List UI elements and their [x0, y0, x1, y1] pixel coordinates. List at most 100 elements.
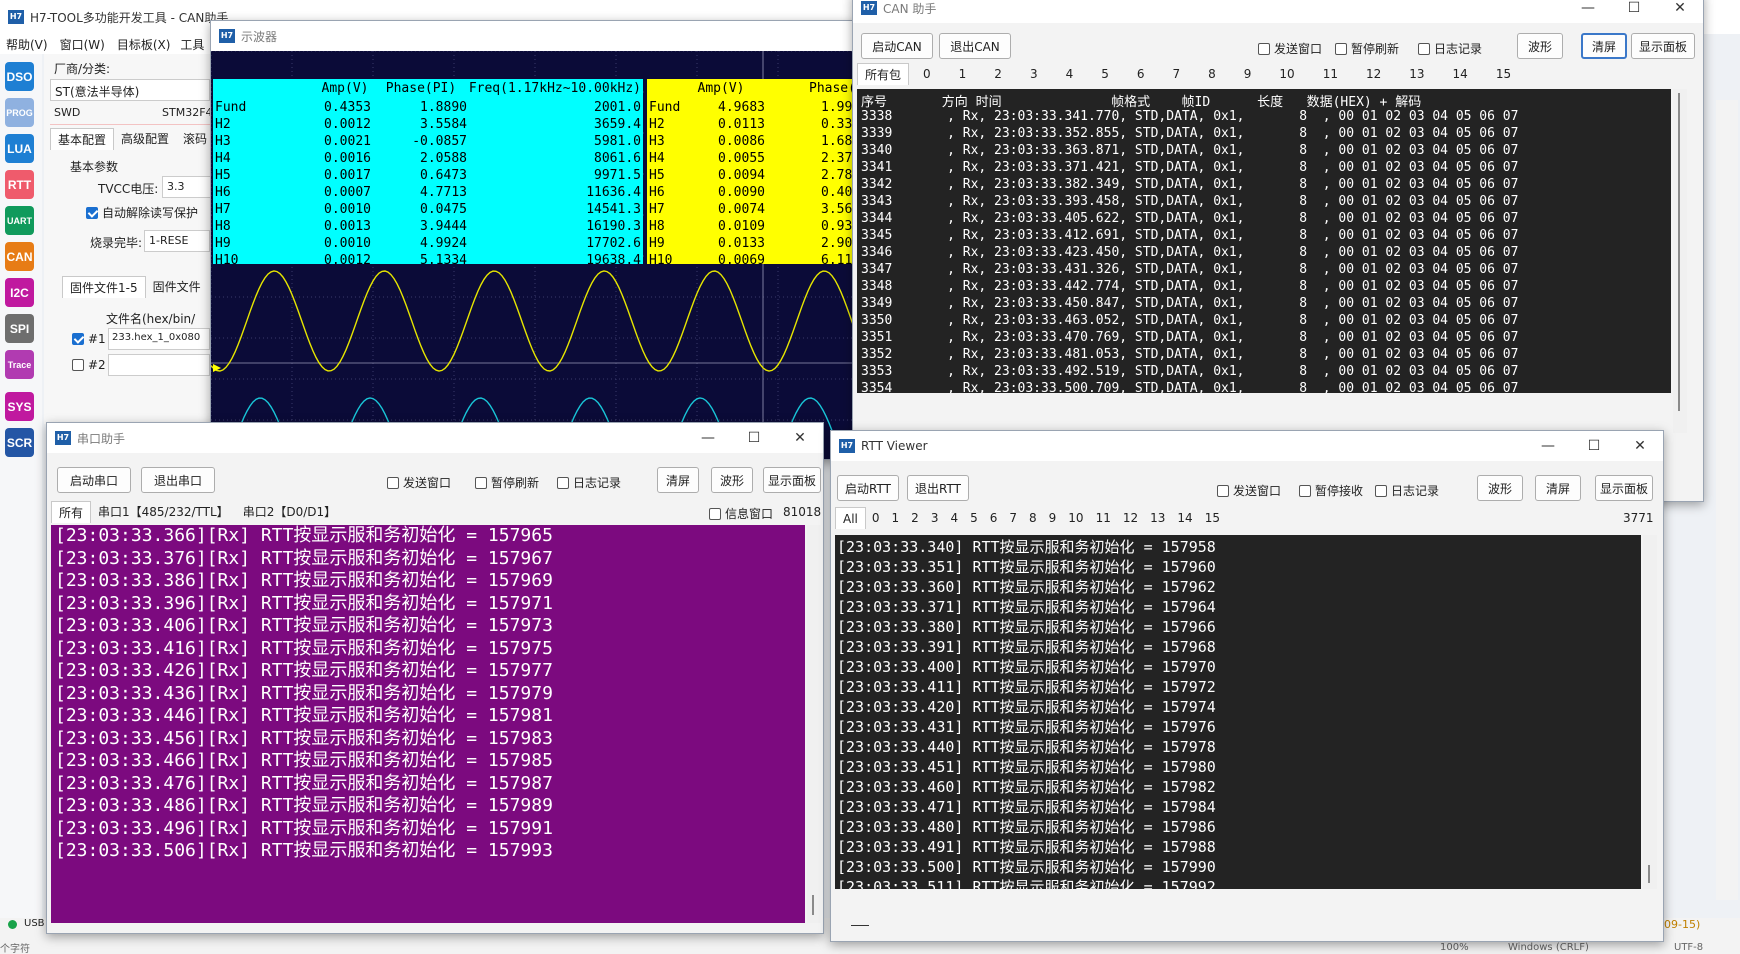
exit-can-button[interactable]: 退出CAN: [939, 33, 1011, 59]
sidebar-button-dso[interactable]: DSO: [5, 62, 34, 91]
rtt-scrollbar[interactable]: [1643, 535, 1657, 889]
sidebar-button-lua[interactable]: LUA: [5, 134, 34, 163]
tab-rtt-channel-1[interactable]: 0: [866, 507, 886, 529]
tvcc-input[interactable]: 3.3: [162, 176, 212, 198]
tab-rtt-channel-0[interactable]: All: [835, 507, 866, 529]
uart-log-checkbox[interactable]: 日志记录: [557, 474, 621, 491]
exit-rtt-button[interactable]: 退出RTT: [907, 475, 969, 501]
tab-can-channel-11[interactable]: 10: [1265, 63, 1308, 85]
close-icon[interactable]: ✕: [777, 423, 823, 453]
vendor-select[interactable]: ST(意法半导体): [50, 79, 210, 101]
tab-can-channel-2[interactable]: 1: [945, 63, 981, 85]
tab-uart-port2[interactable]: 串口2【D0/D1】: [236, 501, 343, 523]
sidebar-button-sys[interactable]: SYS: [5, 392, 34, 421]
uart-panel-button[interactable]: 显示面板: [763, 467, 821, 493]
tab-rolling-code[interactable]: 滚码: [176, 128, 214, 150]
rtt-clear-button[interactable]: 清屏: [1535, 475, 1581, 501]
uart-pause-refresh-checkbox[interactable]: 暂停刷新: [475, 474, 539, 491]
uart-info-window-checkbox[interactable]: 信息窗口: [709, 505, 773, 522]
exit-uart-button[interactable]: 退出串口: [141, 467, 215, 493]
tab-can-channel-7[interactable]: 6: [1123, 63, 1159, 85]
tab-can-channel-3[interactable]: 2: [980, 63, 1016, 85]
burn-done-select[interactable]: 1-RESE: [144, 230, 210, 252]
uart-wave-button[interactable]: 波形: [711, 467, 753, 493]
maximize-icon[interactable]: ☐: [1611, 0, 1657, 23]
file2-path[interactable]: [108, 354, 210, 376]
rtt-input-area[interactable]: [835, 891, 1641, 931]
file1-path[interactable]: 233.hex_1_0x080: [108, 328, 210, 350]
uart-send-window-checkbox[interactable]: 发送窗口: [387, 474, 451, 491]
tab-advanced-config[interactable]: 高级配置: [114, 128, 176, 150]
tab-rtt-channel-7[interactable]: 6: [984, 507, 1004, 529]
can-send-window-checkbox[interactable]: 发送窗口: [1258, 40, 1322, 57]
tab-rtt-channel-16[interactable]: 15: [1199, 507, 1226, 529]
tab-rtt-channel-8[interactable]: 7: [1003, 507, 1023, 529]
sidebar-button-scr[interactable]: SCR: [5, 428, 34, 457]
tab-can-channel-1[interactable]: 0: [909, 63, 945, 85]
close-icon[interactable]: ✕: [1657, 0, 1703, 23]
rtt-panel-button[interactable]: 显示面板: [1595, 475, 1653, 501]
maximize-icon[interactable]: ☐: [1571, 431, 1617, 461]
tab-rtt-channel-12[interactable]: 11: [1090, 507, 1117, 529]
tab-can-channel-13[interactable]: 12: [1352, 63, 1395, 85]
sidebar-button-uart[interactable]: UART: [5, 206, 34, 235]
rtt-log-checkbox[interactable]: 日志记录: [1375, 482, 1439, 499]
tab-rtt-channel-5[interactable]: 4: [944, 507, 964, 529]
tab-firmware-1-5[interactable]: 固件文件1-5: [62, 276, 146, 298]
tab-rtt-channel-4[interactable]: 3: [925, 507, 945, 529]
menu-target[interactable]: 目标板(X): [111, 36, 177, 53]
can-pause-refresh-checkbox[interactable]: 暂停刷新: [1335, 40, 1399, 57]
sidebar-button-trace[interactable]: Trace: [5, 350, 34, 379]
start-uart-button[interactable]: 启动串口: [57, 467, 131, 493]
sidebar-button-spi[interactable]: SPI: [5, 314, 34, 343]
maximize-icon[interactable]: ☐: [731, 423, 777, 453]
can-scrollbar[interactable]: [1673, 89, 1687, 433]
auto-unlock-checkbox[interactable]: 自动解除读写保护: [86, 204, 198, 221]
sidebar-button-prog[interactable]: PROG: [5, 98, 34, 127]
file1-checkbox[interactable]: #1: [72, 332, 106, 346]
tab-can-channel-6[interactable]: 5: [1087, 63, 1123, 85]
tab-can-channel-16[interactable]: 15: [1482, 63, 1525, 85]
sidebar-button-i2c[interactable]: I2C: [5, 278, 34, 307]
tab-can-channel-15[interactable]: 14: [1439, 63, 1482, 85]
tab-rtt-channel-9[interactable]: 8: [1023, 507, 1043, 529]
tab-can-channel-12[interactable]: 11: [1309, 63, 1352, 85]
uart-clear-button[interactable]: 清屏: [657, 467, 699, 493]
rtt-log-area[interactable]: [23:03:33.340] RTT按显示服和务初始化 = 157958 [23:…: [835, 535, 1641, 889]
tab-rtt-channel-15[interactable]: 14: [1171, 507, 1198, 529]
tab-can-channel-8[interactable]: 7: [1159, 63, 1195, 85]
tab-uart-all[interactable]: 所有: [51, 501, 92, 523]
scope-plot[interactable]: Amp(V) Phase(PI) Freq(1.17kHz~10.00kHz) Fun…: [211, 51, 858, 460]
tab-can-channel-0[interactable]: 所有包: [857, 63, 910, 85]
rtt-pause-receive-checkbox[interactable]: 暂停接收: [1299, 482, 1363, 499]
tab-rtt-channel-6[interactable]: 5: [964, 507, 984, 529]
tab-basic-config[interactable]: 基本配置: [50, 128, 115, 150]
tab-can-channel-10[interactable]: 9: [1230, 63, 1266, 85]
uart-log-area[interactable]: [23:03:33.366][Rx] RTT按显示服和务初始化 = 157965…: [51, 525, 805, 923]
file2-checkbox[interactable]: #2: [72, 358, 106, 372]
menu-help[interactable]: 帮助(V): [0, 36, 54, 53]
tab-rtt-channel-2[interactable]: 1: [886, 507, 906, 529]
minimize-icon[interactable]: —: [685, 423, 731, 453]
tab-firmware-more[interactable]: 固件文件: [146, 276, 208, 298]
minimize-icon[interactable]: —: [1525, 431, 1571, 461]
tab-rtt-channel-3[interactable]: 2: [905, 507, 925, 529]
minimize-icon[interactable]: —: [1565, 0, 1611, 23]
tab-rtt-channel-14[interactable]: 13: [1144, 507, 1171, 529]
menu-window[interactable]: 窗口(W): [54, 36, 111, 53]
rtt-send-window-checkbox[interactable]: 发送窗口: [1217, 482, 1281, 499]
tab-can-channel-9[interactable]: 8: [1194, 63, 1230, 85]
tab-rtt-channel-11[interactable]: 10: [1062, 507, 1089, 529]
sidebar-button-rtt[interactable]: RTT: [5, 170, 34, 199]
tab-can-channel-5[interactable]: 4: [1052, 63, 1088, 85]
can-wave-button[interactable]: 波形: [1517, 33, 1563, 59]
start-can-button[interactable]: 启动CAN: [861, 33, 933, 59]
can-log-checkbox[interactable]: 日志记录: [1418, 40, 1482, 57]
can-log-area[interactable]: 序号 方向 时间 帧格式 帧ID 长度 数据(HEX) + 解码 3338 , …: [857, 89, 1671, 393]
tab-uart-port1[interactable]: 串口1【485/232/TTL】: [91, 501, 236, 523]
tab-can-channel-14[interactable]: 13: [1395, 63, 1438, 85]
start-rtt-button[interactable]: 启动RTT: [837, 475, 899, 501]
tab-can-channel-4[interactable]: 3: [1016, 63, 1052, 85]
right-edge-scrollbar[interactable]: [1716, 100, 1738, 900]
menu-tools[interactable]: 工具: [176, 36, 208, 53]
